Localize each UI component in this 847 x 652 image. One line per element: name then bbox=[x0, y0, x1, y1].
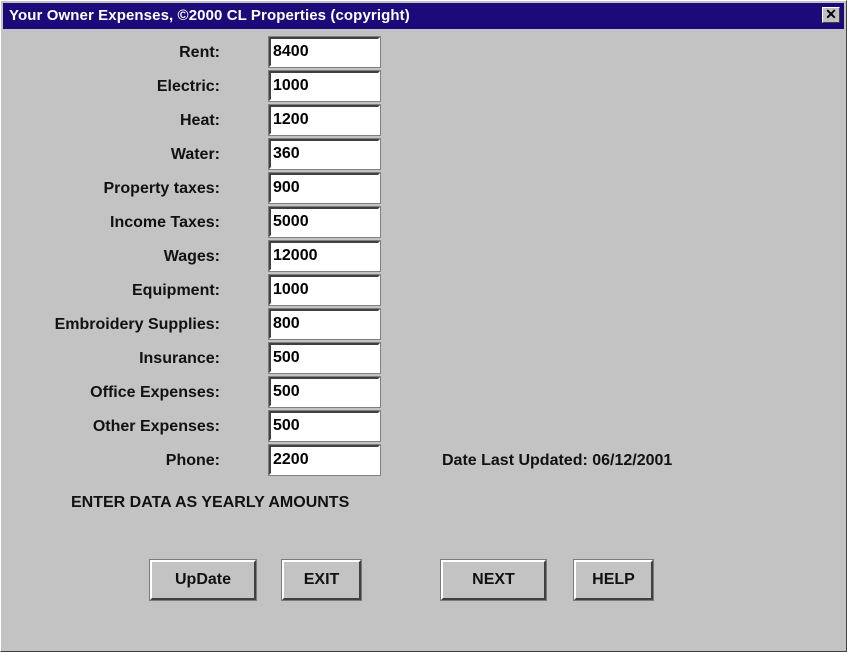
rent-input[interactable] bbox=[268, 36, 381, 68]
close-icon: ✕ bbox=[825, 6, 837, 22]
phone-input[interactable] bbox=[268, 444, 381, 476]
insurance-input[interactable] bbox=[268, 342, 381, 374]
income-taxes-input[interactable] bbox=[268, 206, 381, 238]
property-taxes-label: Property taxes: bbox=[103, 180, 221, 197]
electric-label: Electric: bbox=[156, 78, 220, 95]
wages-input[interactable] bbox=[268, 240, 381, 272]
equipment-label: Equipment: bbox=[132, 282, 220, 299]
rent-label: Rent: bbox=[179, 44, 220, 61]
exit-button[interactable]: EXIT bbox=[281, 559, 362, 601]
date-last-updated: Date Last Updated: 06/12/2001 bbox=[442, 452, 673, 469]
embroidery-supplies-input[interactable] bbox=[268, 308, 381, 340]
owner-expenses-window: Your Owner Expenses, ©2000 CL Properties… bbox=[0, 0, 847, 652]
other-expenses-input[interactable] bbox=[268, 410, 381, 442]
help-button[interactable]: HELP bbox=[573, 559, 654, 601]
office-expenses-input[interactable] bbox=[268, 376, 381, 408]
heat-label: Heat: bbox=[179, 112, 220, 129]
next-button[interactable]: NEXT bbox=[440, 559, 547, 601]
phone-label: Phone: bbox=[165, 452, 220, 469]
insurance-label: Insurance: bbox=[139, 350, 220, 367]
electric-input[interactable] bbox=[268, 70, 381, 102]
wages-label: Wages: bbox=[163, 248, 220, 265]
window-title: Your Owner Expenses, ©2000 CL Properties… bbox=[9, 7, 410, 24]
heat-input[interactable] bbox=[268, 104, 381, 136]
property-taxes-input[interactable] bbox=[268, 172, 381, 204]
income-taxes-label: Income Taxes: bbox=[110, 214, 220, 231]
water-label: Water: bbox=[170, 146, 220, 163]
water-input[interactable] bbox=[268, 138, 381, 170]
close-button[interactable]: ✕ bbox=[822, 7, 840, 23]
other-expenses-label: Other Expenses: bbox=[92, 418, 220, 435]
equipment-input[interactable] bbox=[268, 274, 381, 306]
instruction-text: ENTER DATA AS YEARLY AMOUNTS bbox=[71, 494, 350, 511]
update-button[interactable]: UpDate bbox=[149, 559, 257, 601]
embroidery-supplies-label: Embroidery Supplies: bbox=[54, 316, 220, 333]
title-bar[interactable]: Your Owner Expenses, ©2000 CL Properties… bbox=[3, 3, 844, 29]
office-expenses-label: Office Expenses: bbox=[90, 384, 220, 401]
